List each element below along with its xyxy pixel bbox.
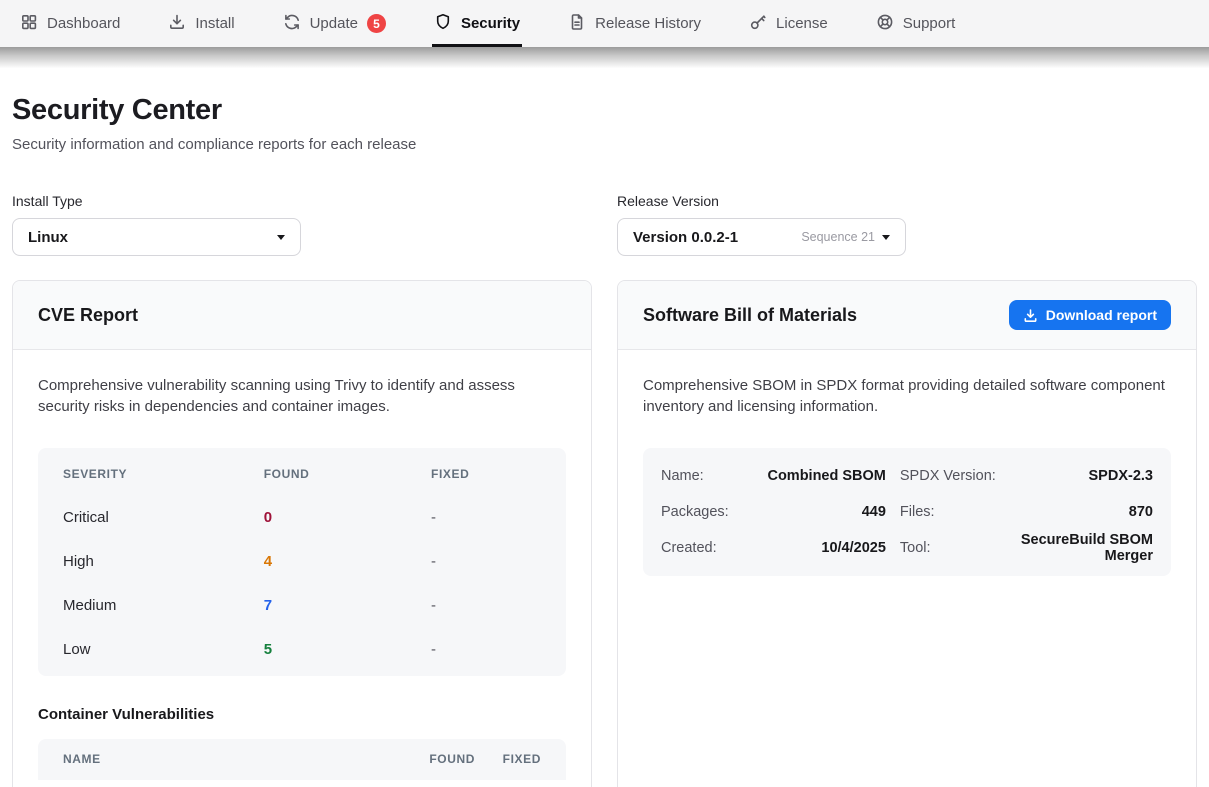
container-vulnerabilities-title: Container Vulnerabilities: [38, 706, 566, 723]
nav-item-install[interactable]: Install: [166, 0, 236, 47]
sbom-info-label: Created:: [661, 530, 729, 566]
install-type-value: Linux: [28, 229, 68, 246]
nav-item-dashboard[interactable]: Dashboard: [18, 0, 122, 47]
nav-item-label: License: [776, 15, 828, 32]
document-icon: [568, 13, 586, 35]
download-icon: [1023, 308, 1038, 323]
cve-report-card: CVE Report Comprehensive vulnerability s…: [12, 280, 592, 787]
table-row: Low 5 -: [38, 628, 566, 672]
sbom-title: Software Bill of Materials: [643, 305, 857, 326]
severity-name: Low: [63, 641, 264, 658]
table-row: Critical 0 -: [38, 496, 566, 540]
fixed-column-header: FIXED: [431, 467, 541, 481]
found-count: 7: [264, 597, 431, 614]
sbom-info-value: Combined SBOM: [743, 458, 886, 494]
fixed-column-header: FIXED: [475, 752, 541, 766]
release-version-filter: Release Version Version 0.0.2-1 Sequence…: [617, 193, 1197, 256]
fixed-count: -: [431, 597, 541, 614]
fixed-count: -: [431, 509, 541, 526]
cve-report-body: Comprehensive vulnerability scanning usi…: [13, 350, 591, 787]
download-icon: [168, 13, 186, 35]
chevron-down-icon: [882, 235, 890, 240]
severity-name: Medium: [63, 597, 264, 614]
sbom-info-value: 10/4/2025: [743, 530, 886, 566]
key-icon: [749, 13, 767, 35]
severity-name: High: [63, 553, 264, 570]
found-column-header: FOUND: [264, 467, 431, 481]
severity-column-header: SEVERITY: [63, 467, 264, 481]
sbom-info-value: SPDX-2.3: [1010, 458, 1153, 494]
severity-table-header-row: SEVERITY FOUND FIXED: [38, 452, 566, 496]
sbom-info-label: Tool:: [900, 530, 996, 566]
sbom-header: Software Bill of Materials Download repo…: [618, 281, 1196, 350]
install-type-filter: Install Type Linux: [12, 193, 592, 256]
nav-item-license[interactable]: License: [747, 0, 830, 47]
found-count: 0: [264, 509, 431, 526]
nav-item-label: Update: [310, 15, 358, 32]
found-count: 5: [264, 641, 431, 658]
severity-table: SEVERITY FOUND FIXED Critical 0 - High 4…: [38, 448, 566, 676]
top-navigation: Dashboard Install Update 5 Security Rele…: [0, 0, 1209, 47]
page-subtitle: Security information and compliance repo…: [12, 136, 1197, 153]
release-version-value: Version 0.0.2-1: [633, 229, 738, 246]
nav-item-support[interactable]: Support: [874, 0, 958, 47]
nav-item-label: Support: [903, 15, 956, 32]
cve-report-description: Comprehensive vulnerability scanning usi…: [38, 375, 566, 418]
sbom-card: Software Bill of Materials Download repo…: [617, 280, 1197, 787]
cve-report-header: CVE Report: [13, 281, 591, 350]
install-type-label: Install Type: [12, 193, 592, 209]
table-row: High 4 -: [38, 540, 566, 584]
cve-report-title: CVE Report: [38, 305, 138, 326]
name-column-header: NAME: [63, 752, 383, 766]
page-content: Security Center Security information and…: [0, 94, 1209, 787]
nav-item-label: Security: [461, 15, 520, 32]
found-column-header: FOUND: [383, 752, 475, 766]
release-version-select[interactable]: Version 0.0.2-1 Sequence 21: [617, 218, 906, 256]
nav-item-label: Dashboard: [47, 15, 120, 32]
cards-row: CVE Report Comprehensive vulnerability s…: [12, 280, 1197, 787]
sbom-info-label: Name:: [661, 458, 729, 494]
nav-item-label: Install: [195, 15, 234, 32]
fixed-count: -: [431, 641, 541, 658]
sbom-info-value: 449: [743, 494, 886, 530]
sequence-hint: Sequence 21: [801, 230, 875, 244]
sbom-info-label: SPDX Version:: [900, 458, 996, 494]
fixed-count: -: [431, 553, 541, 570]
sbom-info-label: Packages:: [661, 494, 729, 530]
sbom-body: Comprehensive SBOM in SPDX format provid…: [618, 350, 1196, 601]
sbom-info-grid: Name: Combined SBOM SPDX Version: SPDX-2…: [643, 448, 1171, 576]
nav-item-label: Release History: [595, 15, 701, 32]
container-vulnerabilities-header-row: NAME FOUND FIXED: [38, 739, 566, 780]
nav-item-security[interactable]: Security: [432, 0, 522, 47]
table-row: Medium 7 -: [38, 584, 566, 628]
found-count: 4: [264, 553, 431, 570]
sbom-description: Comprehensive SBOM in SPDX format provid…: [643, 375, 1171, 418]
refresh-icon: [283, 13, 301, 35]
update-count-badge: 5: [367, 14, 386, 33]
container-vulnerabilities-table: NAME FOUND FIXED: [38, 739, 566, 780]
release-version-label: Release Version: [617, 193, 1197, 209]
shield-icon: [434, 13, 452, 35]
download-report-label: Download report: [1046, 307, 1157, 323]
lifebuoy-icon: [876, 13, 894, 35]
install-type-select[interactable]: Linux: [12, 218, 301, 256]
download-report-button[interactable]: Download report: [1009, 300, 1171, 330]
page-title: Security Center: [12, 94, 1197, 127]
dashboard-grid-icon: [20, 13, 38, 35]
severity-name: Critical: [63, 509, 264, 526]
filters-row: Install Type Linux Release Version Versi…: [12, 193, 1197, 256]
sbom-info-value: 870: [1010, 494, 1153, 530]
nav-item-release-history[interactable]: Release History: [566, 0, 703, 47]
nav-scroll-shadow: [0, 47, 1209, 68]
chevron-down-icon: [277, 235, 285, 240]
sbom-info-value: SecureBuild SBOM Merger: [1010, 530, 1153, 566]
nav-item-update[interactable]: Update 5: [281, 0, 388, 47]
sbom-info-label: Files:: [900, 494, 996, 530]
